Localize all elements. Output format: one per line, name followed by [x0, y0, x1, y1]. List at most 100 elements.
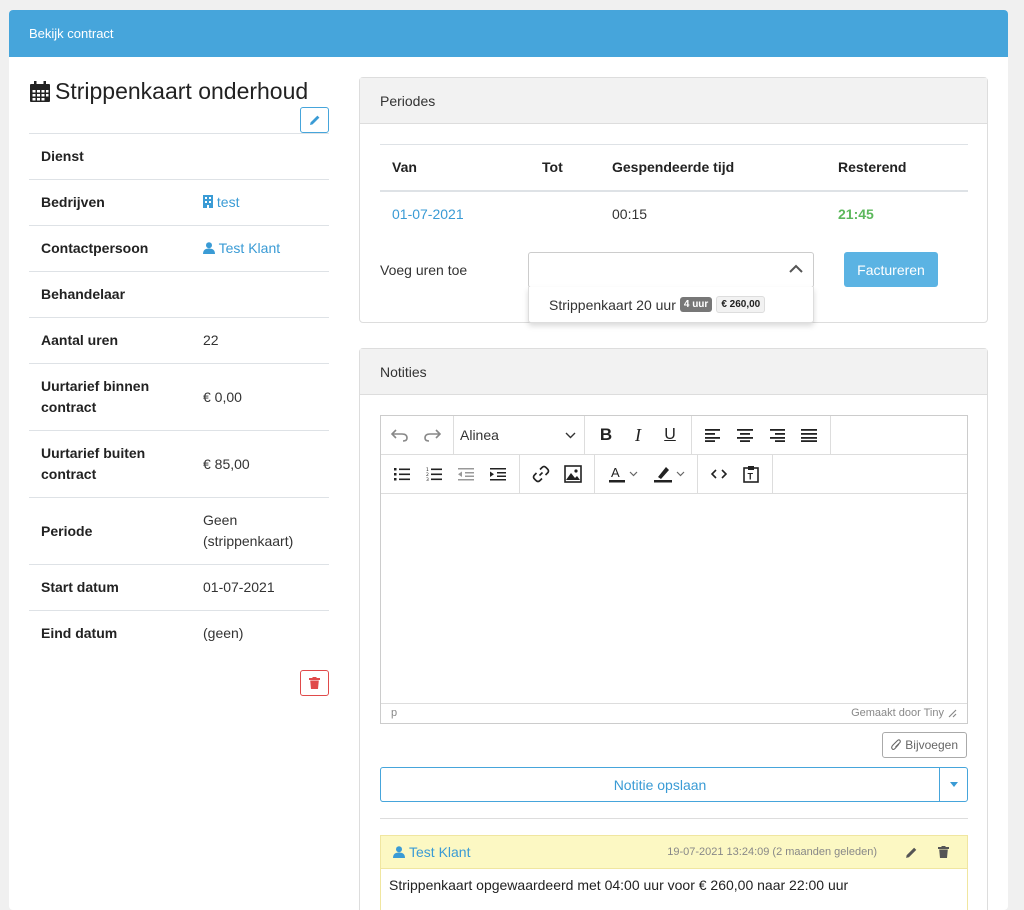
edit-note-button[interactable] [899, 846, 923, 859]
user-icon [203, 242, 215, 254]
image-icon[interactable] [558, 460, 588, 488]
divider [380, 818, 968, 819]
period-start-link[interactable]: 01-07-2021 [392, 206, 464, 222]
info-row-aantal-uren: Aantal uren 22 [29, 317, 329, 364]
svg-text:T: T [748, 472, 754, 482]
save-note-button[interactable]: Notitie opslaan [381, 768, 939, 801]
trash-icon [309, 677, 320, 689]
caret-down-icon [949, 782, 958, 787]
chevron-down-icon [565, 432, 576, 438]
pencil-icon [309, 115, 319, 125]
note-author-link[interactable]: Test Klant [393, 844, 470, 860]
italic-icon[interactable]: I [623, 421, 653, 449]
info-value: 22 [191, 317, 329, 364]
text-color-icon[interactable]: A [601, 460, 645, 488]
info-key: Aantal uren [29, 317, 191, 364]
chevron-down-icon [629, 471, 637, 477]
add-hours-select[interactable] [528, 252, 814, 288]
info-key: Contactpersoon [29, 225, 191, 272]
info-value: Geen (strippenkaart) [191, 497, 329, 565]
block-format-select[interactable]: Alinea [454, 427, 584, 443]
contract-card: Bekijk contract Strippenkaart onderhoud [9, 10, 1008, 910]
attach-label: Bijvoegen [905, 738, 958, 752]
info-row-start-datum: Start datum 01-07-2021 [29, 564, 329, 611]
info-value: 01-07-2021 [191, 564, 329, 611]
rich-text-editor: Alinea B I U 1 2 3 A T p Gemaakt door Ti… [380, 415, 968, 724]
user-icon [393, 846, 405, 858]
paperclip-icon [891, 739, 902, 751]
paste-text-icon[interactable]: T [736, 460, 766, 488]
align-center-icon[interactable] [730, 421, 760, 449]
info-row-bedrijven: Bedrijven test [29, 179, 329, 226]
remaining-time: 21:45 [838, 206, 874, 222]
info-key: Eind datum [29, 610, 191, 657]
bullet-list-icon[interactable] [387, 460, 417, 488]
info-row-contactpersoon: Contactpersoon Test Klant [29, 225, 329, 272]
contract-title: Strippenkaart onderhoud [29, 78, 308, 105]
trash-icon [937, 846, 949, 858]
info-value [191, 271, 329, 318]
attach-button[interactable]: Bijvoegen [882, 732, 967, 758]
invoice-button[interactable]: Factureren [844, 252, 938, 287]
periodes-panel: Periodes Van Tot Gespendeerde tijd Reste… [359, 77, 988, 323]
save-options-toggle[interactable] [939, 768, 967, 801]
resize-handle-icon[interactable] [948, 709, 957, 718]
company-link[interactable]: test [203, 194, 239, 210]
periodes-title: Periodes [380, 92, 436, 109]
info-key: Uurtarief buiten contract [29, 430, 191, 498]
note-item: Test Klant 19-07-2021 13:24:09 (2 maande… [380, 835, 968, 910]
undo-icon[interactable] [385, 421, 415, 449]
note-text: Strippenkaart opgewaardeerd met 04:00 uu… [389, 877, 849, 893]
company-name: test [216, 194, 240, 210]
price-badge: € 260,00 [716, 296, 766, 313]
info-key: Uurtarief binnen contract [29, 363, 191, 431]
align-right-icon[interactable] [762, 421, 792, 449]
edit-contract-button[interactable] [300, 107, 329, 133]
column-header: Resterend [826, 144, 968, 192]
numbered-list-icon[interactable]: 123 [419, 460, 449, 488]
underline-icon[interactable]: U [655, 421, 685, 449]
info-value [191, 133, 329, 180]
contact-name: Test Klant [218, 240, 281, 256]
chevron-up-icon [789, 264, 803, 273]
bold-icon[interactable]: B [591, 421, 621, 449]
add-hours-label: Voeg uren toe [380, 262, 468, 278]
editor-statusbar: p Gemaakt door Tiny [381, 704, 967, 722]
column-header: Van [380, 144, 530, 192]
periodes-table: Van Tot Gespendeerde tijd Resterend 01-0… [380, 144, 968, 237]
contract-details: Strippenkaart onderhoud Dienst Bedrijven [29, 76, 329, 696]
info-value: (geen) [191, 610, 329, 657]
table-row: 01-07-2021 00:15 21:45 [380, 191, 968, 237]
outdent-icon[interactable] [451, 460, 481, 488]
card-header: Bekijk contract [9, 10, 1008, 57]
delete-note-button[interactable] [931, 846, 955, 858]
align-left-icon[interactable] [698, 421, 728, 449]
info-row-uurtarief-buiten: Uurtarief buiten contract € 85,00 [29, 430, 329, 498]
link-icon[interactable] [526, 460, 556, 488]
calendar-icon [30, 80, 50, 102]
indent-icon[interactable] [483, 460, 513, 488]
redo-icon[interactable] [417, 421, 447, 449]
editor-content-area[interactable] [381, 494, 967, 704]
info-key: Dienst [29, 133, 191, 180]
toolbar-row-1: Alinea B I U [381, 416, 967, 455]
period-end [530, 191, 600, 237]
delete-contract-button[interactable] [300, 670, 329, 696]
info-row-periode: Periode Geen (strippenkaart) [29, 497, 329, 565]
highlight-color-icon[interactable] [647, 460, 691, 488]
editor-branding[interactable]: Gemaakt door Tiny [851, 707, 944, 719]
note-author: Test Klant [409, 844, 471, 860]
note-timestamp: 19-07-2021 13:24:09 (2 maanden geleden) [667, 846, 877, 858]
element-path: p [391, 707, 398, 719]
column-header: Gespendeerde tijd [600, 144, 826, 192]
note-header: Test Klant 19-07-2021 13:24:09 (2 maande… [381, 836, 967, 869]
contact-link[interactable]: Test Klant [203, 240, 280, 256]
dropdown-option[interactable]: Strippenkaart 20 uur 4 uur € 260,00 [528, 287, 814, 323]
info-value: € 0,00 [191, 363, 329, 431]
info-key: Start datum [29, 564, 191, 611]
source-code-icon[interactable] [704, 460, 734, 488]
notities-panel: Notities Alinea B I U 1 2 3 A T p Gemaak… [359, 348, 988, 910]
periodes-header-row: Van Tot Gespendeerde tijd Resterend [380, 144, 968, 192]
hours-badge: 4 uur [679, 297, 713, 312]
align-justify-icon[interactable] [794, 421, 824, 449]
